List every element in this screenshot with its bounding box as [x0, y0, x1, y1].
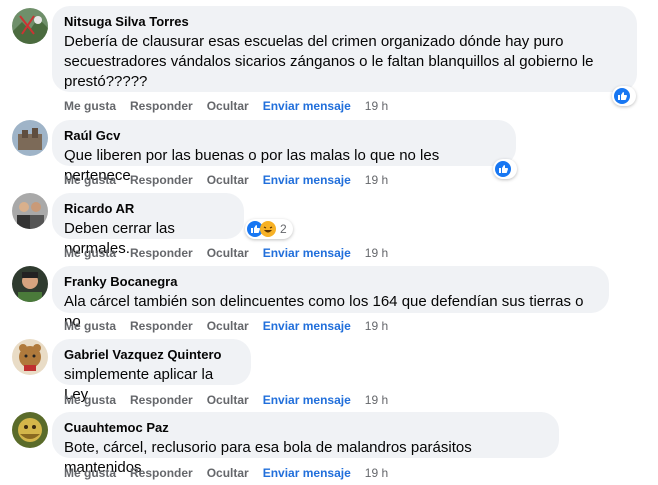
reply-link[interactable]: Responder — [130, 245, 193, 261]
haha-reaction-icon — [260, 221, 276, 237]
like-link[interactable]: Me gusta — [64, 465, 116, 481]
hide-link[interactable]: Ocultar — [207, 465, 249, 481]
hide-link[interactable]: Ocultar — [207, 245, 249, 261]
like-link[interactable]: Me gusta — [64, 245, 116, 261]
like-link[interactable]: Me gusta — [64, 172, 116, 188]
comment-actions: Me gusta Responder Ocultar Enviar mensaj… — [64, 465, 402, 481]
avatar[interactable] — [12, 339, 48, 375]
reply-link[interactable]: Responder — [130, 98, 193, 114]
comment-actions: Me gusta Responder Ocultar Enviar mensaj… — [64, 172, 402, 188]
comment-bubble: Ricardo AR Deben cerrar las normales. — [52, 193, 244, 257]
reply-link[interactable]: Responder — [130, 465, 193, 481]
comment-author[interactable]: Raúl Gcv — [64, 128, 504, 144]
send-message-link[interactable]: Enviar mensaje — [263, 98, 351, 114]
send-message-link[interactable]: Enviar mensaje — [263, 245, 351, 261]
reaction-badge[interactable] — [493, 159, 517, 179]
reaction-count: 2 — [280, 222, 287, 236]
comment-actions: Me gusta Responder Ocultar Enviar mensaj… — [64, 98, 402, 114]
comment-actions: Me gusta Responder Ocultar Enviar mensaj… — [64, 318, 402, 334]
avatar[interactable] — [12, 120, 48, 156]
comment-bubble: Franky Bocanegra Ala cárcel también son … — [52, 266, 609, 330]
comment-author[interactable]: Cuauhtemoc Paz — [64, 420, 547, 436]
comment-text-line: Debería de clausurar esas escuelas del c… — [64, 33, 564, 50]
reply-link[interactable]: Responder — [130, 392, 193, 408]
like-reaction-icon — [495, 161, 511, 177]
comment-author[interactable]: Nitsuga Silva Torres — [64, 14, 625, 30]
avatar[interactable] — [12, 266, 48, 302]
timestamp[interactable]: 19 h — [365, 318, 388, 334]
reaction-badge[interactable]: 2 — [245, 219, 293, 239]
reaction-badge[interactable] — [612, 86, 636, 106]
timestamp[interactable]: 19 h — [365, 392, 388, 408]
timestamp[interactable]: 19 h — [365, 245, 388, 261]
comment-text-line: secuestradores vándalos sicarios zángano… — [64, 53, 594, 70]
hide-link[interactable]: Ocultar — [207, 392, 249, 408]
send-message-link[interactable]: Enviar mensaje — [263, 172, 351, 188]
timestamp[interactable]: 19 h — [365, 172, 388, 188]
comment-actions: Me gusta Responder Ocultar Enviar mensaj… — [64, 392, 402, 408]
like-link[interactable]: Me gusta — [64, 392, 116, 408]
hide-link[interactable]: Ocultar — [207, 172, 249, 188]
comment-bubble: Cuauhtemoc Paz Bote, cárcel, reclusorio … — [52, 412, 559, 476]
comment-bubble: Nitsuga Silva Torres Debería de clausura… — [52, 6, 637, 92]
comment-actions: Me gusta Responder Ocultar Enviar mensaj… — [64, 245, 402, 261]
comment-bubble: Raúl Gcv Que liberen por las buenas o po… — [52, 120, 516, 184]
timestamp[interactable]: 19 h — [365, 465, 388, 481]
comment-author[interactable]: Ricardo AR — [64, 201, 232, 217]
avatar[interactable] — [12, 8, 48, 44]
reply-link[interactable]: Responder — [130, 318, 193, 334]
send-message-link[interactable]: Enviar mensaje — [263, 392, 351, 408]
send-message-link[interactable]: Enviar mensaje — [263, 465, 351, 481]
comment-text-line: prestó????? — [64, 73, 148, 90]
like-link[interactable]: Me gusta — [64, 318, 116, 334]
hide-link[interactable]: Ocultar — [207, 318, 249, 334]
like-link[interactable]: Me gusta — [64, 98, 116, 114]
avatar[interactable] — [12, 412, 48, 448]
hide-link[interactable]: Ocultar — [207, 98, 249, 114]
comment-author[interactable]: Gabriel Vazquez Quintero — [64, 347, 239, 363]
avatar[interactable] — [12, 193, 48, 229]
send-message-link[interactable]: Enviar mensaje — [263, 318, 351, 334]
timestamp[interactable]: 19 h — [365, 98, 388, 114]
like-reaction-icon — [614, 88, 630, 104]
reply-link[interactable]: Responder — [130, 172, 193, 188]
comment-bubble: Gabriel Vazquez Quintero simplemente apl… — [52, 339, 251, 403]
comment-author[interactable]: Franky Bocanegra — [64, 274, 597, 290]
